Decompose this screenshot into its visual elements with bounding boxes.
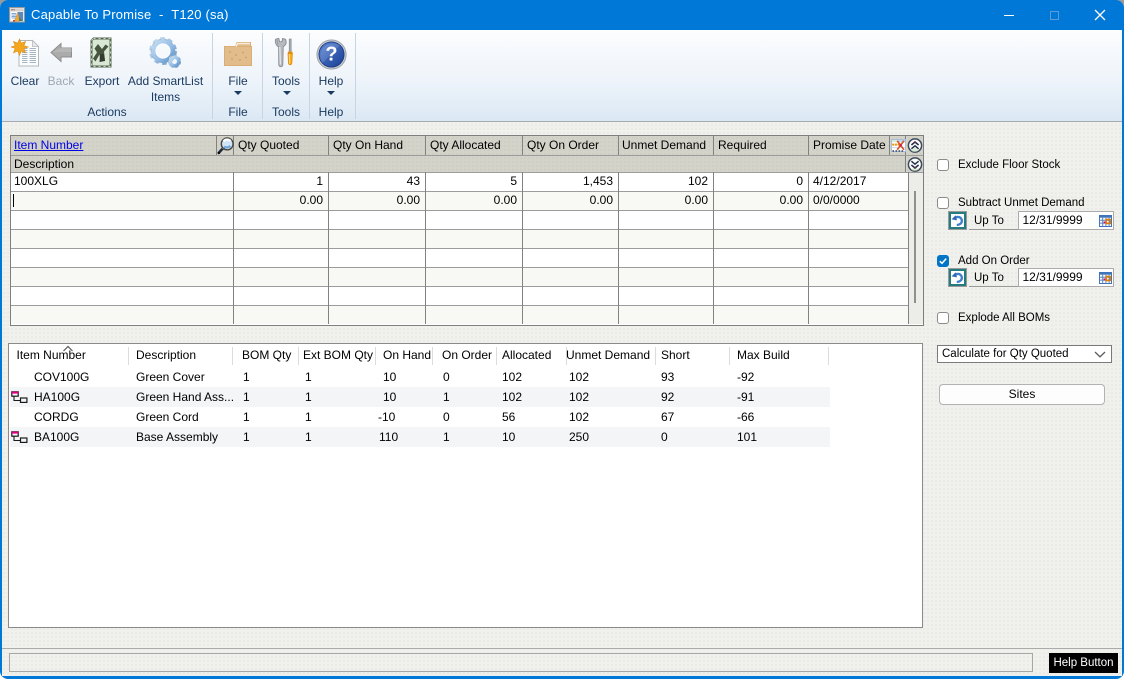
svg-text:?: ? <box>325 44 337 66</box>
